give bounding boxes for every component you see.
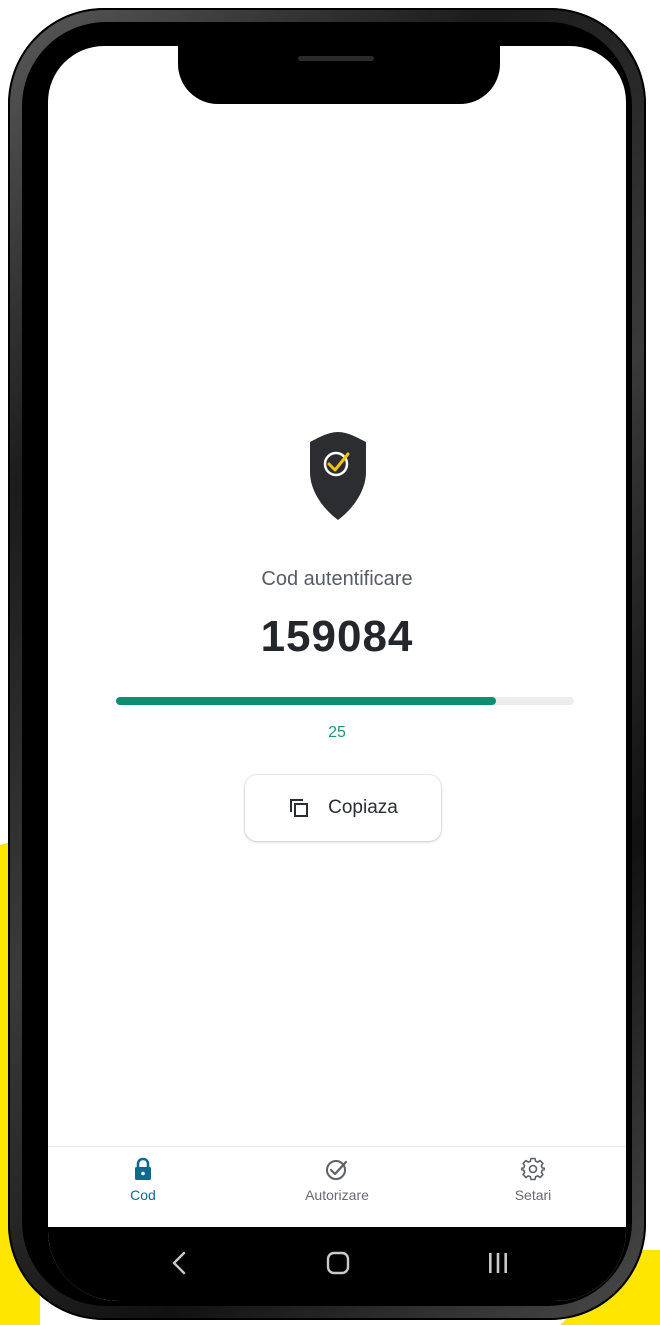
tab-cod-label: Cod — [130, 1187, 156, 1203]
auth-code-value: 159084 — [260, 612, 414, 661]
auth-code-label: Cod autentificare — [261, 568, 413, 590]
system-nav-bar — [48, 1227, 626, 1301]
phone-screen: Cod autentificare 159084 25 Copiaza Cod … — [48, 46, 626, 1301]
gear-icon — [521, 1157, 545, 1181]
countdown-seconds: 25 — [328, 724, 346, 741]
back-chevron-icon — [172, 1251, 186, 1275]
main-content: Cod autentificare 159084 25 Copiaza — [48, 46, 626, 1146]
camera-notch — [178, 46, 500, 104]
tab-cod[interactable]: Cod — [78, 1157, 208, 1217]
code-expiry-progress-fill — [116, 697, 497, 705]
stage: Cod autentificare 159084 25 Copiaza Cod … — [0, 0, 660, 1325]
recent-apps-button[interactable] — [478, 1243, 518, 1283]
copy-icon — [290, 799, 309, 817]
bottom-tab-bar: Cod Autorizare Setari — [48, 1146, 626, 1228]
code-expiry-progress — [116, 697, 574, 705]
copy-button-label: Copiaza — [328, 797, 398, 818]
home-button[interactable] — [318, 1243, 358, 1283]
home-icon — [326, 1251, 350, 1275]
tab-autorizare[interactable]: Autorizare — [272, 1157, 402, 1217]
recent-apps-icon — [489, 1253, 507, 1273]
speaker-grille — [298, 56, 374, 61]
copy-button[interactable]: Copiaza — [245, 775, 441, 841]
check-circle-icon — [326, 1160, 348, 1180]
back-button[interactable] — [160, 1243, 200, 1283]
tab-autorizare-label: Autorizare — [305, 1187, 369, 1203]
tab-setari-label: Setari — [514, 1187, 552, 1203]
shield-check-icon — [310, 432, 366, 520]
lock-icon — [135, 1157, 151, 1180]
tab-setari[interactable]: Setari — [468, 1157, 598, 1217]
